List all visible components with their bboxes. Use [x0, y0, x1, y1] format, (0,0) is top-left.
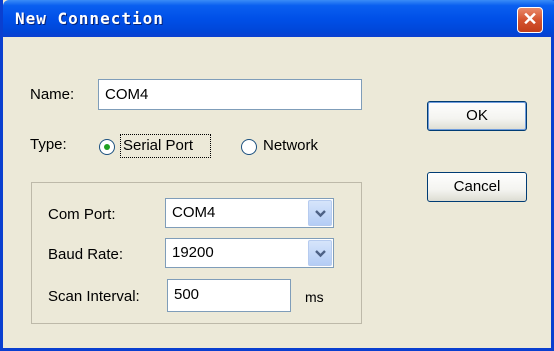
radio-serial-port[interactable]	[99, 139, 115, 155]
chevron-down-icon[interactable]	[308, 240, 332, 266]
close-icon: ✕	[522, 9, 538, 29]
baud-rate-dropdown[interactable]: 19200	[165, 238, 334, 268]
radio-selected-dot	[104, 144, 110, 150]
scan-interval-input[interactable]: 500	[167, 279, 291, 312]
ok-button[interactable]: OK	[427, 101, 527, 131]
chevron-down-icon[interactable]	[308, 200, 332, 226]
com-port-label: Com Port:	[48, 206, 116, 223]
name-label: Name:	[30, 86, 75, 103]
network-label[interactable]: Network	[263, 137, 318, 154]
new-connection-dialog: New Connection ✕ Name: COM4 Type: Serial…	[0, 0, 554, 351]
com-port-value: COM4	[172, 204, 216, 221]
com-port-dropdown[interactable]: COM4	[165, 198, 334, 228]
name-input[interactable]: COM4	[98, 79, 362, 110]
serial-port-label[interactable]: Serial Port	[123, 137, 193, 154]
baud-rate-value: 19200	[172, 244, 214, 261]
baud-rate-label: Baud Rate:	[48, 246, 124, 263]
scan-interval-unit: ms	[305, 289, 324, 305]
title-bar[interactable]: New Connection ✕	[3, 0, 554, 37]
cancel-button[interactable]: Cancel	[427, 172, 527, 202]
radio-network[interactable]	[241, 139, 257, 155]
scan-interval-label: Scan Interval:	[48, 288, 140, 305]
close-button[interactable]: ✕	[517, 7, 543, 33]
type-label: Type:	[30, 136, 67, 153]
dialog-title: New Connection	[15, 9, 164, 28]
